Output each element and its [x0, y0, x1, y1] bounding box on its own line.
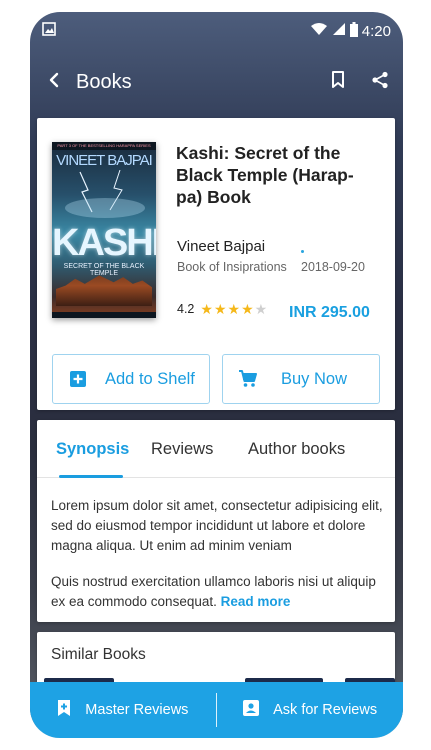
cover-bottom-strip	[52, 312, 156, 318]
buy-now-label: Buy Now	[281, 369, 348, 388]
share-icon	[371, 71, 389, 94]
rating-value: 4.2	[177, 302, 195, 316]
star-icon: ★	[213, 301, 227, 317]
star-icon: ★	[227, 301, 241, 317]
signal-icon	[332, 22, 346, 40]
image-icon	[42, 21, 56, 41]
book-card: PART 3 OF THE BESTSELLING HARAPPA SERIES…	[37, 118, 395, 410]
add-to-shelf-button[interactable]: Add to Shelf	[52, 354, 210, 404]
star-icon: ★	[241, 301, 254, 317]
star-icon: ★	[254, 301, 268, 317]
master-reviews-label: Master Reviews	[85, 702, 189, 718]
add-to-shelf-label: Add to Shelf	[105, 369, 195, 388]
phone-frame: 4:20 Books PART 3 OF THE BESTSELLING HAR…	[30, 12, 403, 738]
ask-for-reviews-label: Ask for Reviews	[273, 702, 378, 718]
book-publisher: Book of Insiprations	[177, 260, 287, 274]
cover-subtitle: SECRET OF THE BLACK TEMPLE	[63, 263, 145, 277]
ask-for-reviews-button[interactable]: Ask for Reviews	[217, 700, 403, 720]
details-card: Synopsis Reviews Author books Lorem ipsu…	[37, 420, 395, 622]
book-date: 2018-09-20	[301, 260, 365, 274]
rating-stars: ★ ★ ★ ★ ★	[200, 302, 267, 316]
read-more-link[interactable]: Read more	[221, 594, 291, 609]
lightning-art	[65, 170, 145, 218]
star-icon: ★	[200, 301, 213, 317]
account-box-icon	[243, 700, 260, 720]
back-arrow-icon	[46, 72, 62, 93]
app-bar: Books	[30, 60, 403, 104]
share-button[interactable]	[369, 71, 391, 93]
synopsis-paragraph-1: Lorem ipsum dolor sit amet, consectetur …	[51, 498, 383, 553]
page-title: Books	[76, 70, 132, 93]
book-price: INR 295.00	[289, 304, 370, 321]
tab-indicator	[59, 475, 123, 478]
similar-books-title: Similar Books	[51, 646, 146, 663]
synopsis-text: Lorem ipsum dolor sit amet, consectetur …	[51, 496, 386, 612]
tab-reviews[interactable]: Reviews	[151, 440, 213, 459]
battery-icon	[349, 21, 358, 41]
bottom-action-bar: Master Reviews Ask for Reviews	[30, 682, 403, 738]
bookmark-icon	[331, 70, 345, 94]
rating-row: 4.2 ★ ★ ★ ★ ★	[177, 302, 267, 316]
separator-dot	[301, 250, 304, 253]
cart-icon	[237, 368, 259, 390]
cover-author: VINEET BAJPAI	[56, 152, 153, 169]
tab-author-books[interactable]: Author books	[248, 440, 345, 459]
temple-art	[56, 275, 152, 306]
tab-bar: Synopsis Reviews Author books	[37, 420, 395, 478]
book-title: Kashi: Secret of the Black Temple (Harap…	[176, 143, 354, 207]
cover-series-text: PART 3 OF THE BESTSELLING HARAPPA SERIES	[52, 142, 156, 150]
synopsis-paragraph-2-text: Quis nostrud exercitation ullamco labori…	[51, 574, 376, 609]
cover-title: KASHI	[52, 222, 156, 264]
status-bar: 4:20	[30, 12, 403, 50]
wifi-icon	[310, 22, 328, 40]
bookmark-add-icon	[57, 699, 71, 721]
book-cover[interactable]: PART 3 OF THE BESTSELLING HARAPPA SERIES…	[52, 142, 156, 318]
tab-synopsis[interactable]: Synopsis	[56, 440, 129, 459]
add-box-icon	[67, 368, 89, 390]
status-time: 4:20	[361, 22, 391, 40]
book-author[interactable]: Vineet Bajpai	[177, 238, 265, 255]
master-reviews-button[interactable]: Master Reviews	[30, 699, 216, 721]
buy-now-button[interactable]: Buy Now	[222, 354, 380, 404]
back-button[interactable]	[42, 70, 66, 94]
synopsis-paragraph-2: Quis nostrud exercitation ullamco labori…	[51, 572, 386, 612]
bookmark-button[interactable]	[327, 70, 349, 94]
